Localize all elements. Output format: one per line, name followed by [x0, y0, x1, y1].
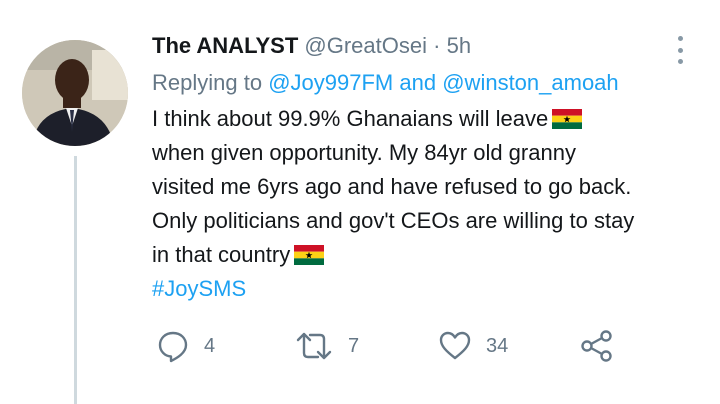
tweet-text-line: I think about 99.9% Ghanaians will leave [152, 102, 697, 136]
retweet-count: 7 [348, 334, 360, 357]
reply-count: 4 [204, 334, 216, 357]
heart-icon [439, 331, 471, 360]
retweet-button[interactable]: 7 [294, 328, 359, 364]
hashtag-link[interactable]: #JoySMS [152, 272, 697, 306]
ghana-flag-icon [294, 245, 325, 265]
like-count: 34 [486, 334, 509, 357]
tweet[interactable]: The ANALYST @GreatOsei · 5h Replying to … [0, 0, 720, 404]
avatar[interactable] [22, 40, 128, 146]
replying-to-and[interactable]: and [399, 70, 436, 95]
user-handle[interactable]: @GreatOsei [304, 33, 427, 58]
tweet-actions: 4 7 34 [152, 328, 622, 364]
tweet-header: The ANALYST @GreatOsei · 5h [152, 30, 697, 62]
reply-button[interactable]: 4 [156, 328, 215, 364]
retweet-icon [296, 332, 332, 360]
tweet-time[interactable]: 5h [447, 33, 471, 58]
share-button[interactable] [580, 328, 614, 364]
tweet-text-line: when given opportunity. My 84yr old gran… [152, 140, 576, 165]
header-separator: · [433, 33, 441, 58]
display-name[interactable]: The ANALYST [152, 33, 298, 58]
replying-to: Replying to @Joy997FM and @winston_amoah [152, 67, 697, 99]
share-icon [581, 330, 612, 362]
mention-link[interactable]: @winston_amoah [442, 70, 618, 95]
tweet-text: I think about 99.9% Ghanaians will leave… [152, 102, 697, 306]
tweet-text-line: visited me 6yrs ago and have refused to … [152, 174, 632, 199]
tweet-text-line: Only politicians and gov't CEOs are will… [152, 208, 635, 233]
reply-icon [158, 331, 188, 363]
tweet-text-line: in that country [152, 238, 697, 272]
like-button[interactable]: 34 [438, 328, 508, 364]
replying-to-label: Replying to [152, 70, 263, 95]
mention-link[interactable]: @Joy997FM [268, 70, 393, 95]
ghana-flag-icon [552, 109, 583, 129]
avatar-image [22, 40, 128, 146]
thread-line [74, 156, 77, 404]
tweet-content: The ANALYST @GreatOsei · 5h Replying to … [152, 30, 697, 306]
